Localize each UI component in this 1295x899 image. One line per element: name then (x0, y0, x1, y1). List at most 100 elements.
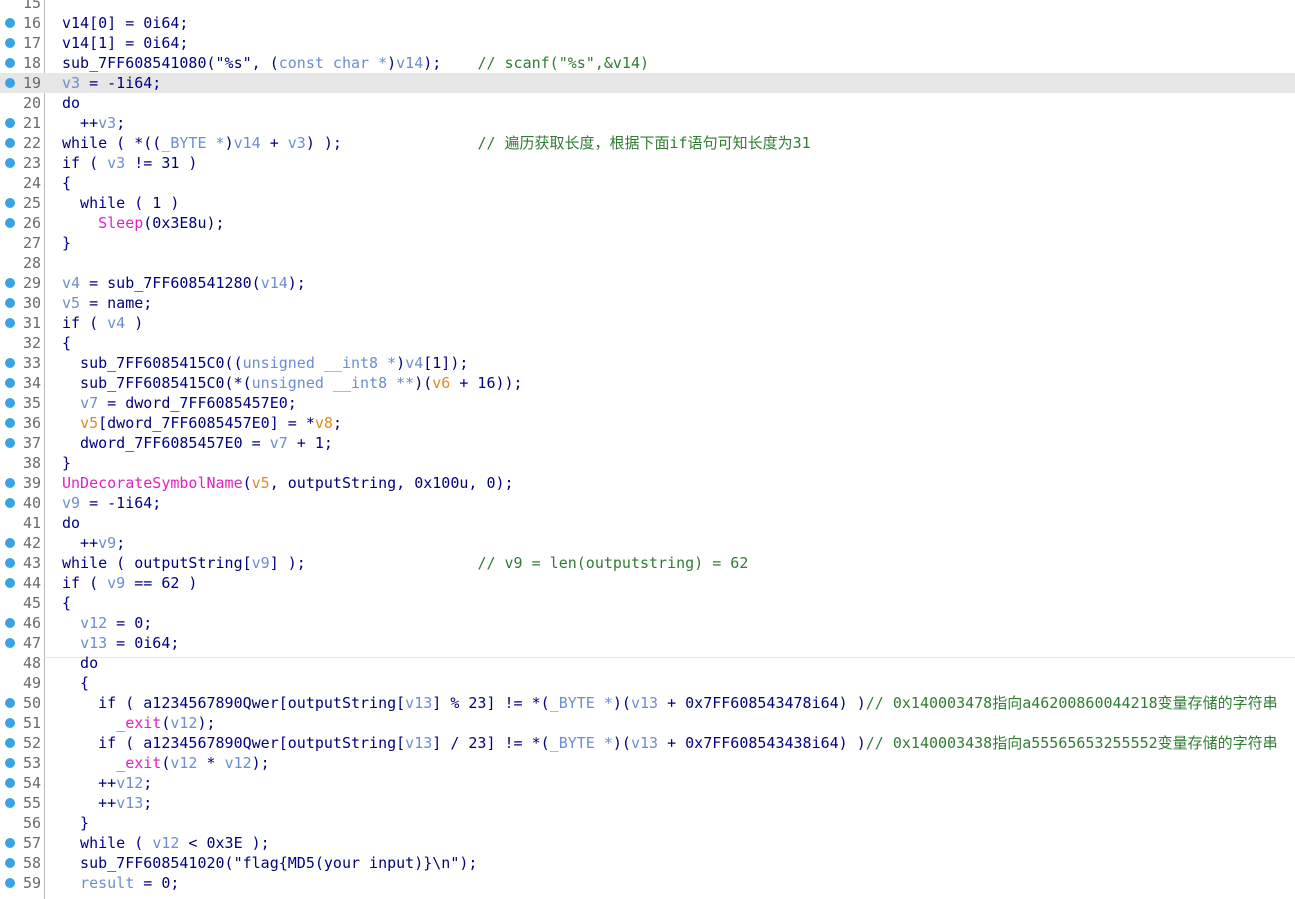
code-line[interactable]: 46 v12 = 0; (0, 613, 1295, 633)
code-line[interactable]: 33 sub_7FF6085415C0((unsigned __int8 *)v… (0, 353, 1295, 373)
code-line[interactable]: 24 { (0, 173, 1295, 193)
code-line[interactable]: 25 while ( 1 ) (0, 193, 1295, 213)
code-text: while ( 1 ) (62, 193, 179, 213)
code-line[interactable]: 20 do (0, 93, 1295, 113)
code-token: if ( a1234567890Qwer[outputString[ (62, 734, 406, 752)
code-line[interactable]: 36 v5[dword_7FF6085457E0] = *v8; (0, 413, 1295, 433)
code-token: ; (143, 794, 153, 812)
code-line[interactable]: 15 (0, 0, 1295, 13)
code-text: v9 = -1i64; (62, 493, 161, 513)
code-token: sub_7FF608541080("%s", ( (62, 54, 279, 72)
code-line[interactable]: 49 { (0, 673, 1295, 693)
code-token: ++ (62, 534, 99, 552)
code-token: if ( (62, 314, 108, 332)
code-text: UnDecorateSymbolName(v5, outputString, 0… (62, 473, 514, 493)
code-line[interactable]: 39 UnDecorateSymbolName(v5, outputString,… (0, 473, 1295, 493)
code-token: v9 (62, 494, 81, 512)
code-line[interactable]: 34 sub_7FF6085415C0(*(unsigned __int8 **… (0, 373, 1295, 393)
code-token: { (62, 594, 72, 612)
code-token: * (197, 754, 225, 772)
code-line[interactable]: 17 v14[1] = 0i64; (0, 33, 1295, 53)
code-line[interactable]: 59 result = 0; (0, 873, 1295, 893)
code-line[interactable]: 28 (0, 253, 1295, 273)
code-token: v4 (62, 274, 81, 292)
code-text: do (62, 93, 80, 113)
code-line[interactable]: 16 v14[0] = 0i64; (0, 13, 1295, 33)
code-token: )( (414, 374, 433, 392)
code-line[interactable]: 26 Sleep(0x3E8u); (0, 213, 1295, 233)
line-number: 45 (22, 594, 41, 612)
code-line[interactable]: 58 sub_7FF608541020("flag{MD5(your input… (0, 853, 1295, 873)
code-line[interactable]: 38} (0, 453, 1295, 473)
code-line[interactable]: 50 if ( a1234567890Qwer[outputString[v13… (0, 693, 1295, 713)
code-line[interactable]: 23 if ( v3 != 31 ) (0, 153, 1295, 173)
code-token: { (62, 334, 72, 352)
code-line[interactable]: 51 _exit(v12); (0, 713, 1295, 733)
code-line[interactable]: 52 if ( a1234567890Qwer[outputString[v13… (0, 733, 1295, 753)
code-line[interactable]: 47 v13 = 0i64; (0, 633, 1295, 653)
line-number: 32 (22, 334, 41, 352)
code-token: sub_7FF6085415C0(*( (62, 374, 252, 392)
code-line[interactable]: 54 ++v12; (0, 773, 1295, 793)
code-token: ); (251, 754, 270, 772)
code-token: if ( (62, 154, 108, 172)
code-text: { (62, 593, 71, 613)
line-number: 35 (22, 394, 41, 412)
line-number: 47 (22, 634, 41, 652)
code-text: { (62, 673, 89, 693)
code-line[interactable]: 56 } (0, 813, 1295, 833)
code-token: v14 (260, 274, 288, 292)
code-token: != 31 ) (125, 154, 198, 172)
code-comment: // 遍历获取长度，根据下面if语句可知长度为31 (477, 134, 811, 152)
code-text: v14[1] = 0i64; (62, 33, 188, 53)
code-token: ); (197, 714, 216, 732)
code-line[interactable]: 21 ++v3; (0, 113, 1295, 133)
code-text: sub_7FF608541080("%s", (const char *)v14… (62, 53, 649, 73)
code-token: v12 (116, 774, 144, 792)
code-token: v8 (314, 414, 333, 432)
code-line[interactable]: 19 v3 = -1i64; (0, 73, 1295, 93)
code-token: + 0x7FF608543438i64) ) (658, 734, 866, 752)
code-text: _exit(v12 * v12); (62, 753, 270, 773)
code-line[interactable]: 42 ++v9; (0, 533, 1295, 553)
line-number: 39 (22, 474, 41, 492)
code-line[interactable]: 29 v4 = sub_7FF608541280(v14); (0, 273, 1295, 293)
code-token: + 16)); (450, 374, 523, 392)
line-number: 40 (22, 494, 41, 512)
code-text: if ( v3 != 31 ) (62, 153, 197, 173)
code-token: while ( *(( (62, 134, 162, 152)
code-line[interactable]: 18 sub_7FF608541080("%s", (const char *)v… (0, 53, 1295, 73)
code-line[interactable]: 40 v9 = -1i64; (0, 493, 1295, 513)
code-line[interactable]: 48 do (0, 653, 1295, 673)
code-line[interactable]: 53 _exit(v12 * v12); (0, 753, 1295, 773)
code-line[interactable]: 31 if ( v4 ) (0, 313, 1295, 333)
code-line[interactable]: 37 dword_7FF6085457E0 = v7 + 1; (0, 433, 1295, 453)
code-token: v9 (107, 574, 126, 592)
code-line[interactable]: 43 while ( outputString[v9] ); // v9 = le… (0, 553, 1295, 573)
code-text: do (62, 653, 98, 673)
code-line[interactable]: 57 while ( v12 < 0x3E ); (0, 833, 1295, 853)
code-text: while ( outputString[v9] ); // v9 = len(… (62, 553, 748, 573)
code-token: v7 (269, 434, 288, 452)
code-line[interactable]: 32 { (0, 333, 1295, 353)
pseudocode-editor[interactable]: 15 16 v14[0] = 0i64; 17 v14[1] = 0i64; 18 sub_… (0, 0, 1295, 899)
code-line[interactable]: 44 if ( v9 == 62 ) (0, 573, 1295, 593)
line-number: 56 (22, 814, 41, 832)
code-token: sub_7FF6085415C0(( (62, 354, 243, 372)
code-line[interactable]: 22 while ( *((_BYTE *)v14 + v3) ); // 遍历获… (0, 133, 1295, 153)
code-line[interactable]: 45 { (0, 593, 1295, 613)
code-line[interactable]: 30 v5 = name; (0, 293, 1295, 313)
code-line[interactable]: 55 ++v13; (0, 793, 1295, 813)
code-token: do (62, 514, 81, 532)
code-token: (0x3E8u); (143, 214, 225, 232)
code-line[interactable]: 41 do (0, 513, 1295, 533)
code-token: v3 (98, 114, 117, 132)
code-line[interactable]: 35 v7 = dword_7FF6085457E0; (0, 393, 1295, 413)
code-token: = 0i64; (107, 634, 180, 652)
code-token: ) (224, 134, 234, 152)
code-token: dword_7FF6085457E0 = (62, 434, 270, 452)
code-line[interactable]: 27} (0, 233, 1295, 253)
code-text: ++v13; (62, 793, 152, 813)
